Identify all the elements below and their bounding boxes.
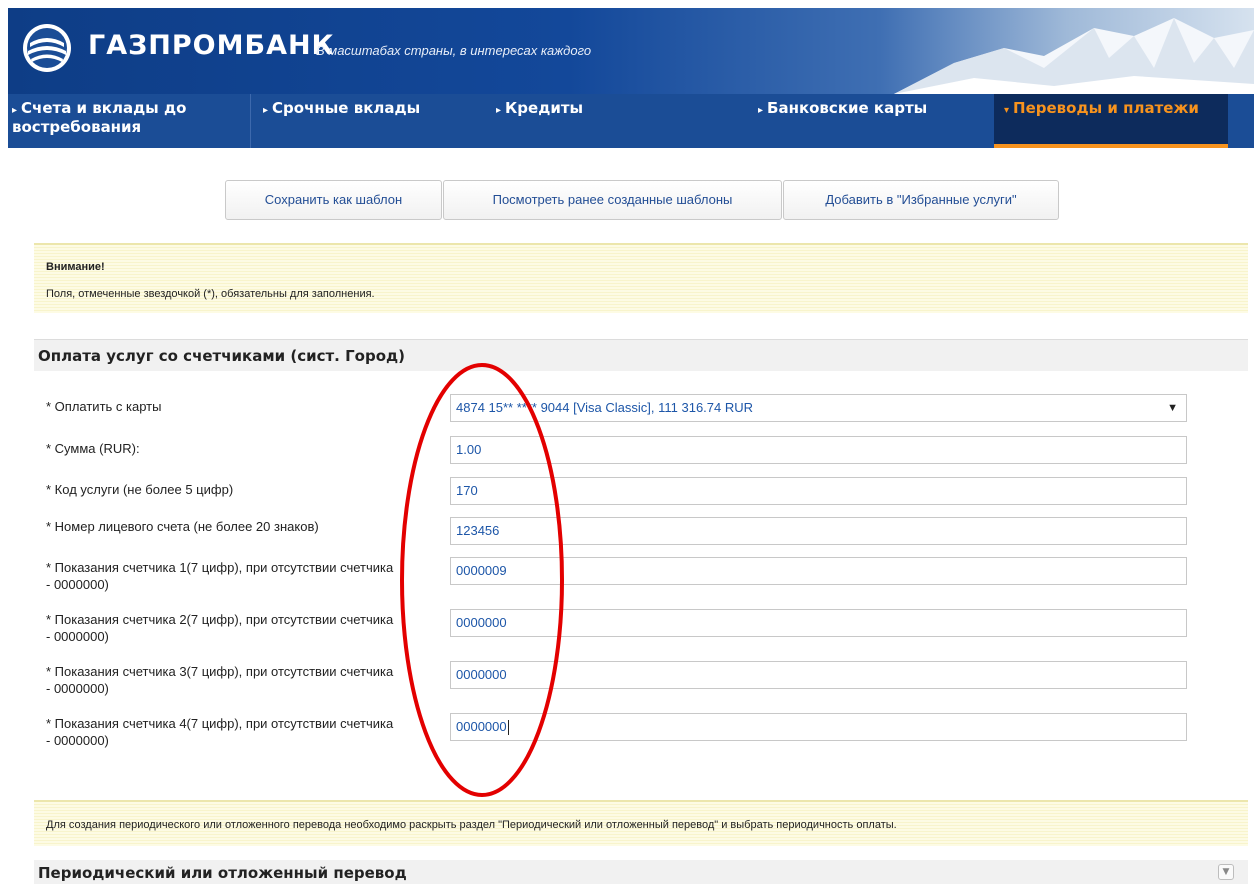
nav-item-label: Переводы и платежи xyxy=(1013,99,1199,117)
attention-notice: Внимание! Поля, отмеченные звездочкой (*… xyxy=(34,243,1248,313)
dropdown-caret-icon: ▼ xyxy=(1167,402,1178,414)
arrow-right-icon: ▸ xyxy=(12,105,18,116)
brand-name[interactable]: ГАЗПРОМБАНК xyxy=(88,30,335,61)
header-banner: ГАЗПРОМБАНК В масштабах страны, в интере… xyxy=(8,8,1254,94)
account-number-input[interactable]: 123456 xyxy=(450,517,1187,545)
notice-text: Поля, отмеченные звездочкой (*), обязате… xyxy=(46,288,375,300)
view-templates-button[interactable]: Посмотреть ранее созданные шаблоны xyxy=(443,180,782,220)
nav-item-accounts[interactable]: ▸ Счета и вклады до востребования xyxy=(8,94,248,148)
nav-item-credits[interactable]: ▸ Кредиты xyxy=(496,94,736,148)
service-code-input[interactable]: 170 xyxy=(450,477,1187,505)
service-code-label: * Код услуги (не более 5 цифр) xyxy=(46,482,234,497)
text-cursor xyxy=(507,720,509,736)
nav-item-bank-cards[interactable]: ▸ Банковские карты xyxy=(758,94,988,148)
arrow-right-icon: ▸ xyxy=(263,105,269,116)
card-select-value: 4874 15** **** 9044 [Visa Classic], 111 … xyxy=(456,400,754,415)
meter3-label: * Показания счетчика 3(7 цифр), при отсу… xyxy=(46,664,394,696)
meter1-input[interactable]: 0000009 xyxy=(450,557,1187,585)
nav-item-transfers-payments[interactable]: ▾ Переводы и платежи xyxy=(994,94,1228,148)
card-select[interactable]: 4874 15** **** 9044 [Visa Classic], 111 … xyxy=(450,394,1187,422)
add-favorite-button[interactable]: Добавить в "Избранные услуги" xyxy=(783,180,1059,220)
meter4-input[interactable]: 0000000 xyxy=(450,713,1187,741)
slogan: В масштабах страны, в интересах каждого xyxy=(316,43,592,58)
card-label: * Оплатить с карты xyxy=(46,399,162,414)
meter4-label: * Показания счетчика 4(7 цифр), при отсу… xyxy=(46,716,394,748)
arrow-right-icon: ▸ xyxy=(496,105,502,116)
save-template-button[interactable]: Сохранить как шаблон xyxy=(225,180,442,220)
periodic-notice: Для создания периодического или отложенн… xyxy=(34,800,1248,846)
arrow-right-icon: ▸ xyxy=(758,105,764,116)
gazprombank-logo-icon[interactable] xyxy=(22,23,72,73)
main-nav: ▸ Счета и вклады до востребования ▸ Срочны… xyxy=(8,94,1254,148)
expand-icon[interactable]: ▼ xyxy=(1218,864,1234,880)
nav-item-label: Срочные вклады xyxy=(272,99,421,117)
amount-input[interactable]: 1.00 xyxy=(450,436,1187,464)
periodic-section-title: Периодический или отложенный перевод xyxy=(38,864,407,882)
arrow-down-icon: ▾ xyxy=(1004,105,1010,116)
section-title: Оплата услуг со счетчиками (сист. Город) xyxy=(34,339,1248,371)
meter4-value: 0000000 xyxy=(456,719,507,734)
account-number-label: * Номер лицевого счета (не более 20 знак… xyxy=(46,519,319,534)
meter2-input[interactable]: 0000000 xyxy=(450,609,1187,637)
nav-item-label: Кредиты xyxy=(505,99,584,117)
mountain-image xyxy=(894,18,1254,94)
meter2-label: * Показания счетчика 2(7 цифр), при отсу… xyxy=(46,612,394,644)
periodic-notice-text: Для создания периодического или отложенн… xyxy=(46,819,897,831)
amount-label: * Сумма (RUR): xyxy=(46,441,140,456)
notice-title: Внимание! xyxy=(46,261,105,273)
nav-item-label: Банковские карты xyxy=(767,99,928,117)
periodic-section-toggle[interactable]: Периодический или отложенный перевод ▼ xyxy=(34,860,1248,884)
nav-divider xyxy=(250,94,251,148)
nav-item-label: Счета и вклады до востребования xyxy=(12,99,187,136)
meter1-label: * Показания счетчика 1(7 цифр), при отсу… xyxy=(46,560,394,592)
nav-item-term-deposits[interactable]: ▸ Срочные вклады xyxy=(263,94,483,148)
meter3-input[interactable]: 0000000 xyxy=(450,661,1187,689)
